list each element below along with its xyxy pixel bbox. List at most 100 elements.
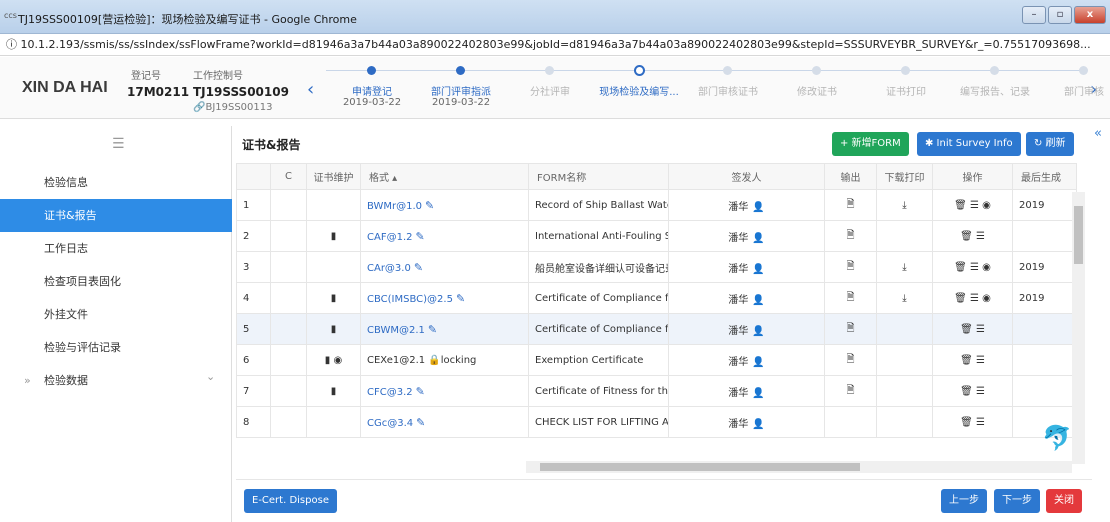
format-link[interactable]: CBWM@2.1: [367, 325, 425, 336]
cert-maint-cell[interactable]: ▮: [306, 282, 361, 314]
format-link[interactable]: CGc@3.4: [367, 418, 413, 429]
pencil-icon[interactable]: ✎: [425, 199, 434, 212]
pdf-icon[interactable]: 🗎: [824, 313, 877, 345]
table-row[interactable]: 6 ▮ ◉ CEXe1@2.1 🔒locking Exemption Certific…: [236, 344, 1077, 376]
format-link[interactable]: CEXe1@2.1 🔒locking: [367, 355, 476, 366]
ops-cell[interactable]: 🗑 ☰: [932, 344, 1013, 376]
download-cell[interactable]: [876, 375, 933, 407]
download-cell[interactable]: [876, 220, 933, 252]
init-survey-button[interactable]: ✱ Init Survey Info: [917, 132, 1021, 156]
ops-cell[interactable]: 🗑 ☰: [932, 220, 1013, 252]
workflow-step-label[interactable]: 部门审核证书: [682, 83, 774, 98]
cert-maint-cell[interactable]: ▮: [306, 313, 361, 345]
col-header-maint[interactable]: 证书维护: [306, 163, 361, 190]
format-link[interactable]: CFC@3.2: [367, 387, 413, 398]
cert-maint-cell[interactable]: ▮ ◉: [306, 344, 361, 376]
workflow-step-label[interactable]: 现场检验及编写...: [593, 83, 685, 98]
pdf-icon[interactable]: 🗎: [824, 282, 877, 314]
pencil-icon[interactable]: ✎: [416, 416, 425, 429]
table-row[interactable]: 2 ▮ CAF@1.2 ✎ International Anti-Fouling Sys…: [236, 220, 1077, 252]
add-user-icon[interactable]: 👤: [752, 326, 764, 337]
sidebar-item-inspection-data[interactable]: » 检验数据 ⌄: [0, 364, 232, 397]
refresh-button[interactable]: ↻ 刷新: [1026, 132, 1074, 156]
pdf-icon[interactable]: 🗎: [824, 344, 877, 376]
ecert-dispose-button[interactable]: E-Cert. Dispose: [244, 489, 337, 513]
format-link[interactable]: BWMr@1.0: [367, 201, 422, 212]
horizontal-scroll-thumb[interactable]: [540, 463, 860, 471]
cert-maint-cell[interactable]: ▮: [306, 375, 361, 407]
table-row[interactable]: 3 CAr@3.0 ✎ 船员舱室设备详细认可设备记录 潘华 👤 🗎 ⤓ 🗑 ☰ ◉ 2019: [236, 251, 1077, 283]
format-cell[interactable]: CFC@3.2 ✎: [360, 375, 529, 407]
pencil-icon[interactable]: ✎: [456, 292, 465, 305]
sidebar-item-records[interactable]: 检验与评估记录: [0, 331, 232, 364]
download-icon[interactable]: ⤓: [876, 282, 933, 314]
workflow-step-label[interactable]: 部门评审指派: [415, 83, 507, 98]
table-row[interactable]: 7▮CFC@3.2✎Certificate of Fitness for the…: [236, 375, 1077, 407]
close-button[interactable]: 关闭: [1046, 489, 1082, 513]
format-cell[interactable]: CAF@1.2 ✎: [360, 220, 529, 252]
download-cell[interactable]: [876, 344, 933, 376]
address-bar[interactable]: ⓘ 10.1.2.193/ssmis/ss/ssIndex/ssFlowFram…: [0, 34, 1110, 56]
sidebar-item-cert-report[interactable]: 证书&报告: [0, 199, 232, 232]
workflow-step-label[interactable]: 部门审核: [1038, 83, 1110, 98]
format-cell[interactable]: BWMr@1.0 ✎: [360, 189, 529, 221]
add-user-icon[interactable]: 👤: [752, 264, 764, 275]
cert-maint-cell[interactable]: [306, 189, 361, 221]
maximize-button[interactable]: ▫: [1048, 6, 1072, 24]
format-link[interactable]: CAr@3.0: [367, 263, 411, 274]
format-cell[interactable]: CEXe1@2.1 🔒locking: [360, 344, 529, 376]
collapse-right-icon[interactable]: «: [1094, 126, 1102, 141]
new-form-button[interactable]: + 新增FORM: [832, 132, 909, 156]
col-header-c[interactable]: C: [270, 163, 307, 190]
close-window-button[interactable]: x: [1074, 6, 1106, 24]
download-cell[interactable]: [876, 406, 933, 438]
url-text[interactable]: 10.1.2.193/ssmis/ss/ssIndex/ssFlowFrame?…: [21, 38, 1091, 51]
pencil-icon[interactable]: ✎: [428, 323, 437, 336]
table-row[interactable]: 5 ▮ CBWM@2.1 ✎ Certificate of Compliance for…: [236, 313, 1077, 345]
next-step-button[interactable]: 下一步: [994, 489, 1040, 513]
sidebar-item-work-log[interactable]: 工作日志: [0, 232, 232, 265]
workflow-step-label[interactable]: 编写报告、记录: [949, 83, 1041, 98]
col-header-download[interactable]: 下载打印: [876, 163, 933, 190]
format-link[interactable]: CAF@1.2: [367, 232, 412, 243]
add-user-icon[interactable]: 👤: [752, 419, 764, 430]
cert-maint-cell[interactable]: ▮: [306, 220, 361, 252]
download-cell[interactable]: [876, 313, 933, 345]
workflow-step-label[interactable]: 修改证书: [771, 83, 863, 98]
col-header-form-name[interactable]: FORM名称: [528, 163, 669, 190]
sidebar-item-inspection-info[interactable]: 检验信息: [0, 166, 232, 199]
col-header-ops[interactable]: 操作: [932, 163, 1013, 190]
col-header-signer[interactable]: 签发人: [668, 163, 825, 190]
collapse-sidebar-icon[interactable]: ☰: [112, 136, 125, 152]
ops-cell[interactable]: 🗑 ☰: [932, 406, 1013, 438]
download-icon[interactable]: ⤓: [876, 251, 933, 283]
vertical-scrollbar[interactable]: [1072, 192, 1085, 464]
prev-step-button[interactable]: 上一步: [941, 489, 987, 513]
pdf-icon[interactable]: 🗎: [824, 251, 877, 283]
chevron-down-icon[interactable]: ⌄: [206, 360, 215, 393]
info-icon[interactable]: ⓘ: [6, 38, 17, 51]
format-link[interactable]: CBC(IMSBC)@2.5: [367, 294, 453, 305]
cert-maint-cell[interactable]: [306, 406, 361, 438]
ops-cell[interactable]: 🗑 ☰ ◉: [932, 251, 1013, 283]
pdf-icon[interactable]: 🗎: [824, 375, 877, 407]
workflow-prev-arrow[interactable]: ‹: [307, 79, 314, 100]
table-row[interactable]: 1 BWMr@1.0 ✎ Record of Ship Ballast Water I…: [236, 189, 1077, 221]
ops-cell[interactable]: 🗑 ☰: [932, 375, 1013, 407]
add-user-icon[interactable]: 👤: [752, 233, 764, 244]
add-user-icon[interactable]: 👤: [752, 388, 764, 399]
ops-cell[interactable]: 🗑 ☰: [932, 313, 1013, 345]
ops-cell[interactable]: 🗑 ☰ ◉: [932, 189, 1013, 221]
pdf-icon[interactable]: 🗎: [824, 189, 877, 221]
cert-maint-cell[interactable]: [306, 251, 361, 283]
download-icon[interactable]: ⤓: [876, 189, 933, 221]
output-cell[interactable]: [824, 406, 877, 438]
pdf-icon[interactable]: 🗎: [824, 220, 877, 252]
workflow-step-label[interactable]: 证书打印: [860, 83, 952, 98]
add-user-icon[interactable]: 👤: [752, 202, 764, 213]
table-row[interactable]: 8 CGc@3.4 ✎ CHECK LIST FOR LIFTING APP 潘华 👤 🗑 …: [236, 406, 1077, 438]
minimize-button[interactable]: –: [1022, 6, 1046, 24]
col-header-output[interactable]: 输出: [824, 163, 877, 190]
format-cell[interactable]: CGc@3.4 ✎: [360, 406, 529, 438]
format-cell[interactable]: CBWM@2.1 ✎: [360, 313, 529, 345]
